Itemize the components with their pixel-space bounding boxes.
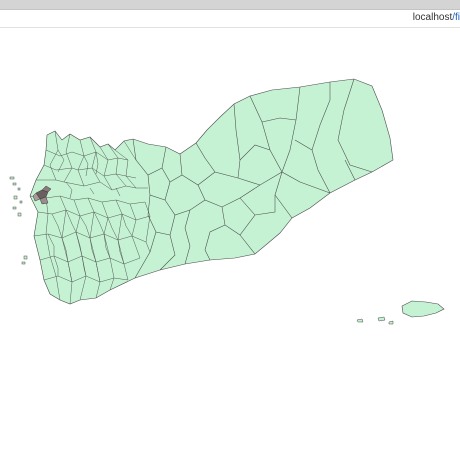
- islet-3: [388, 320, 394, 325]
- browser-tab-bar: [0, 0, 460, 10]
- islet-1: [356, 318, 364, 323]
- address-url[interactable]: localhost/fi: [413, 12, 460, 23]
- islet-2: [377, 316, 386, 322]
- address-bar[interactable]: localhost/fi: [0, 10, 460, 28]
- yemen-districts-map[interactable]: [0, 28, 460, 460]
- red-sea-islets: [9, 176, 28, 265]
- map-canvas[interactable]: [0, 28, 460, 460]
- socotra-island[interactable]: [401, 300, 445, 318]
